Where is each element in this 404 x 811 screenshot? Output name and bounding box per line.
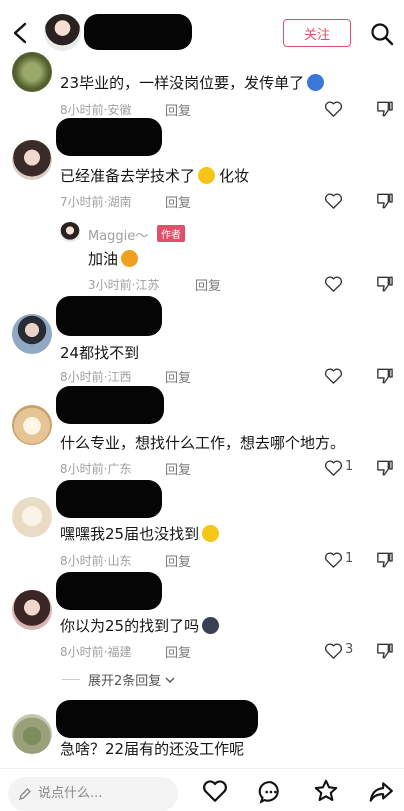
- reply-button[interactable]: 回复: [195, 275, 221, 294]
- username-redacted: [56, 572, 162, 610]
- like-icon[interactable]: [324, 367, 343, 385]
- comment-text: 23毕业的，一样没岗位要，发传单了: [60, 72, 325, 93]
- reply-button[interactable]: 回复: [165, 367, 191, 386]
- reply-button[interactable]: 回复: [165, 551, 191, 570]
- dislike-icon[interactable]: [375, 100, 394, 118]
- emoji-icon: [202, 525, 220, 542]
- like-count: 1: [345, 551, 354, 566]
- author-badge: 作者: [157, 225, 185, 242]
- reply-button[interactable]: 回复: [165, 642, 191, 661]
- expand-replies-button[interactable]: 展开2条回复: [88, 670, 175, 689]
- comment-text: 你以为25的找到了吗: [60, 615, 220, 636]
- avatar[interactable]: [12, 140, 52, 180]
- comment-time-location: 8小时前·山东: [60, 554, 132, 568]
- emoji-icon: [307, 74, 325, 91]
- comment-time-location: 8小时前·广东: [60, 462, 132, 476]
- like-icon[interactable]: [324, 642, 343, 660]
- pencil-icon: [19, 788, 31, 800]
- username-redacted: [56, 118, 162, 156]
- username-redacted: [56, 700, 258, 738]
- like-icon[interactable]: [324, 275, 343, 293]
- like-icon[interactable]: [324, 192, 343, 210]
- avatar[interactable]: [12, 52, 52, 92]
- like-count: 1: [345, 459, 354, 474]
- username-redacted: [56, 480, 162, 518]
- back-arrow-icon[interactable]: [10, 21, 32, 45]
- comment-text: 24都找不到: [60, 344, 140, 362]
- avatar[interactable]: [12, 714, 52, 754]
- follow-button[interactable]: 关注: [283, 19, 351, 47]
- dislike-icon[interactable]: [375, 275, 394, 293]
- comment-time-location: 7小时前·湖南: [60, 195, 132, 209]
- comment-text: 急啥？22届有的还没工作呢: [60, 740, 245, 758]
- comment-input[interactable]: 说点什么...: [8, 777, 178, 811]
- dislike-icon[interactable]: [375, 192, 394, 210]
- reply-button[interactable]: 回复: [165, 192, 191, 211]
- chevron-down-icon: [165, 677, 175, 683]
- dislike-icon[interactable]: [375, 367, 394, 385]
- emoji-icon: [198, 167, 216, 184]
- avatar[interactable]: [12, 497, 52, 537]
- author-name-redacted: [84, 14, 192, 50]
- comment-icon[interactable]: [258, 779, 284, 805]
- expand-replies-label: 展开2条回复: [88, 674, 162, 689]
- top-bar: 关注: [0, 0, 404, 64]
- dislike-icon[interactable]: [375, 459, 394, 477]
- like-icon[interactable]: [324, 459, 343, 477]
- dislike-icon[interactable]: [375, 551, 394, 569]
- reply-button[interactable]: 回复: [165, 100, 191, 119]
- avatar[interactable]: [12, 590, 52, 630]
- divider-line: [62, 679, 80, 680]
- sub-reply-time-location: 3小时前·江苏: [88, 278, 160, 292]
- sub-reply-text: 加油: [88, 248, 139, 269]
- avatar[interactable]: [12, 314, 52, 354]
- username-redacted: [56, 386, 164, 424]
- author-avatar[interactable]: [44, 14, 81, 51]
- username-redacted: [56, 296, 162, 336]
- like-icon[interactable]: [324, 100, 343, 118]
- author-avatar-small[interactable]: [60, 222, 80, 242]
- emoji-icon: [121, 250, 139, 267]
- search-icon[interactable]: [370, 22, 394, 46]
- sub-reply-author[interactable]: Maggie～: [88, 225, 148, 244]
- dislike-icon[interactable]: [375, 642, 394, 660]
- heart-icon[interactable]: [202, 779, 228, 803]
- reply-button[interactable]: 回复: [165, 459, 191, 478]
- emoji-icon: [202, 617, 220, 634]
- comment-input-placeholder: 说点什么...: [38, 786, 103, 801]
- like-icon[interactable]: [324, 551, 343, 569]
- avatar[interactable]: [12, 405, 52, 445]
- comment-time-location: 8小时前·安徽: [60, 103, 132, 117]
- like-count: 3: [345, 642, 354, 657]
- comment-text: 嘿嘿我25届也没找到: [60, 523, 220, 544]
- comment-text: 什么专业，想找什么工作，想去哪个地方。: [60, 434, 346, 452]
- comment-time-location: 8小时前·江西: [60, 370, 132, 384]
- comment-text: 已经准备去学技术了 化妆: [60, 167, 250, 185]
- share-icon[interactable]: [368, 779, 394, 805]
- star-icon[interactable]: [313, 778, 339, 804]
- comment-time-location: 8小时前·福建: [60, 645, 132, 659]
- bottom-input-bar: 说点什么...: [0, 768, 404, 811]
